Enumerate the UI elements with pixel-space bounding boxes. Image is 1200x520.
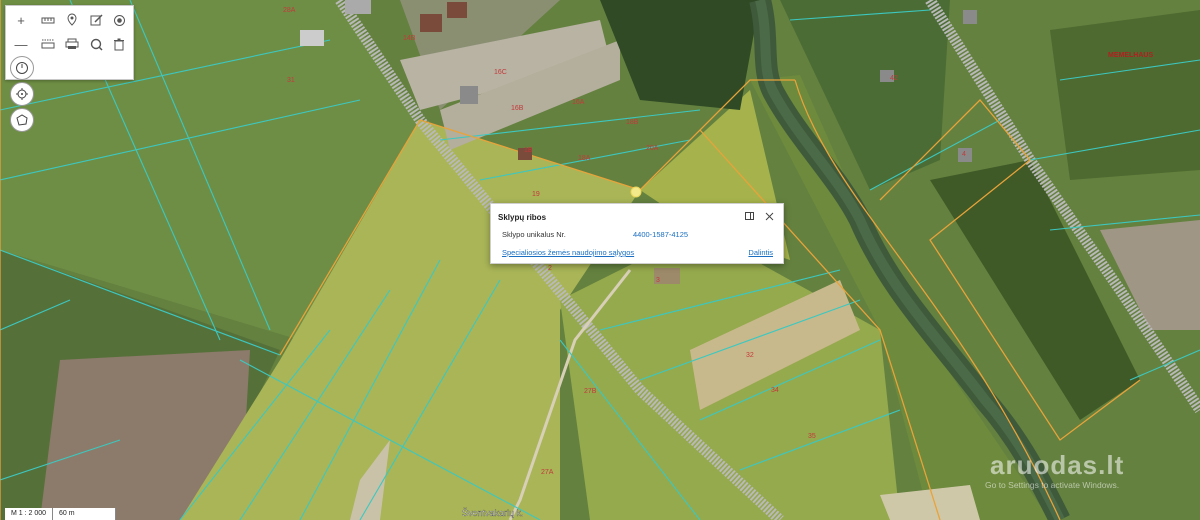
draw-area-icon[interactable] xyxy=(10,108,34,132)
parcel-label: 18A xyxy=(578,155,591,162)
print-icon[interactable] xyxy=(62,34,82,54)
maximize-icon[interactable] xyxy=(743,210,755,222)
parcel-label: 42 xyxy=(890,75,898,82)
field-ne xyxy=(1050,10,1200,180)
parcel-label: 14B xyxy=(403,35,416,42)
parcel-number-value[interactable]: 4400-1587-4125 xyxy=(633,230,688,239)
measure-area-icon[interactable] xyxy=(38,34,58,54)
measure-line-icon[interactable] xyxy=(38,10,58,30)
parcel-label: 28A xyxy=(283,7,296,14)
parcel-info-popup: Sklypų ribos Sklypo unikalus Nr. 4400-15… xyxy=(490,203,784,264)
scale-ratio: M 1 : 2 000 xyxy=(5,508,54,520)
street-label: Šventvakarių k. xyxy=(462,508,524,518)
parcel-label: 18B xyxy=(626,119,639,126)
parcel-label: 32 xyxy=(746,352,754,359)
parcel-label: 27B xyxy=(584,388,597,395)
selected-parcel-marker xyxy=(630,186,642,198)
parcel-label: 27A xyxy=(541,469,554,476)
close-icon[interactable] xyxy=(763,210,775,222)
parcel-label: 2 xyxy=(548,265,552,272)
scale-bar: M 1 : 2 000 60 m xyxy=(5,508,116,520)
target-icon[interactable] xyxy=(109,10,129,30)
parcel-label: 16A xyxy=(572,99,585,106)
parcel-label: 31 xyxy=(287,77,295,84)
popup-title: Sklypų ribos xyxy=(498,213,547,222)
search-location-icon[interactable] xyxy=(86,34,106,54)
edit-icon[interactable] xyxy=(86,10,106,30)
watermark: aruodas.lt xyxy=(990,450,1125,480)
parcel-label: 16C xyxy=(494,69,507,76)
parcel-number-label: Sklypo unikalus Nr. xyxy=(502,230,566,239)
parcel-label: 1B xyxy=(524,147,533,154)
locate-icon[interactable] xyxy=(10,82,34,106)
trash-icon[interactable] xyxy=(109,34,129,54)
parcel-label: 19 xyxy=(532,191,540,198)
pin-icon[interactable] xyxy=(62,10,82,30)
zoom-out-button[interactable]: — xyxy=(11,34,31,54)
parcel-label: 16B xyxy=(511,105,524,112)
parcel-label: 34 xyxy=(771,387,779,394)
parcel-label: 35 xyxy=(808,433,816,440)
scale-length: 60 m xyxy=(53,508,116,520)
special-conditions-link[interactable]: Specialiosios žemės naudojimo sąlygos xyxy=(502,248,634,257)
parcel-label: 4 xyxy=(962,151,966,158)
share-link[interactable]: Dalintis xyxy=(748,248,773,257)
clock-icon[interactable] xyxy=(10,56,34,80)
parcel-label: 3 xyxy=(656,277,660,284)
activate-windows-text: Go to Settings to activate Windows. xyxy=(985,480,1120,490)
brand-mark: MEMELHAUS xyxy=(1108,52,1154,59)
parcel-label: 20A xyxy=(646,145,659,152)
zoom-in-button[interactable]: + xyxy=(11,10,31,30)
